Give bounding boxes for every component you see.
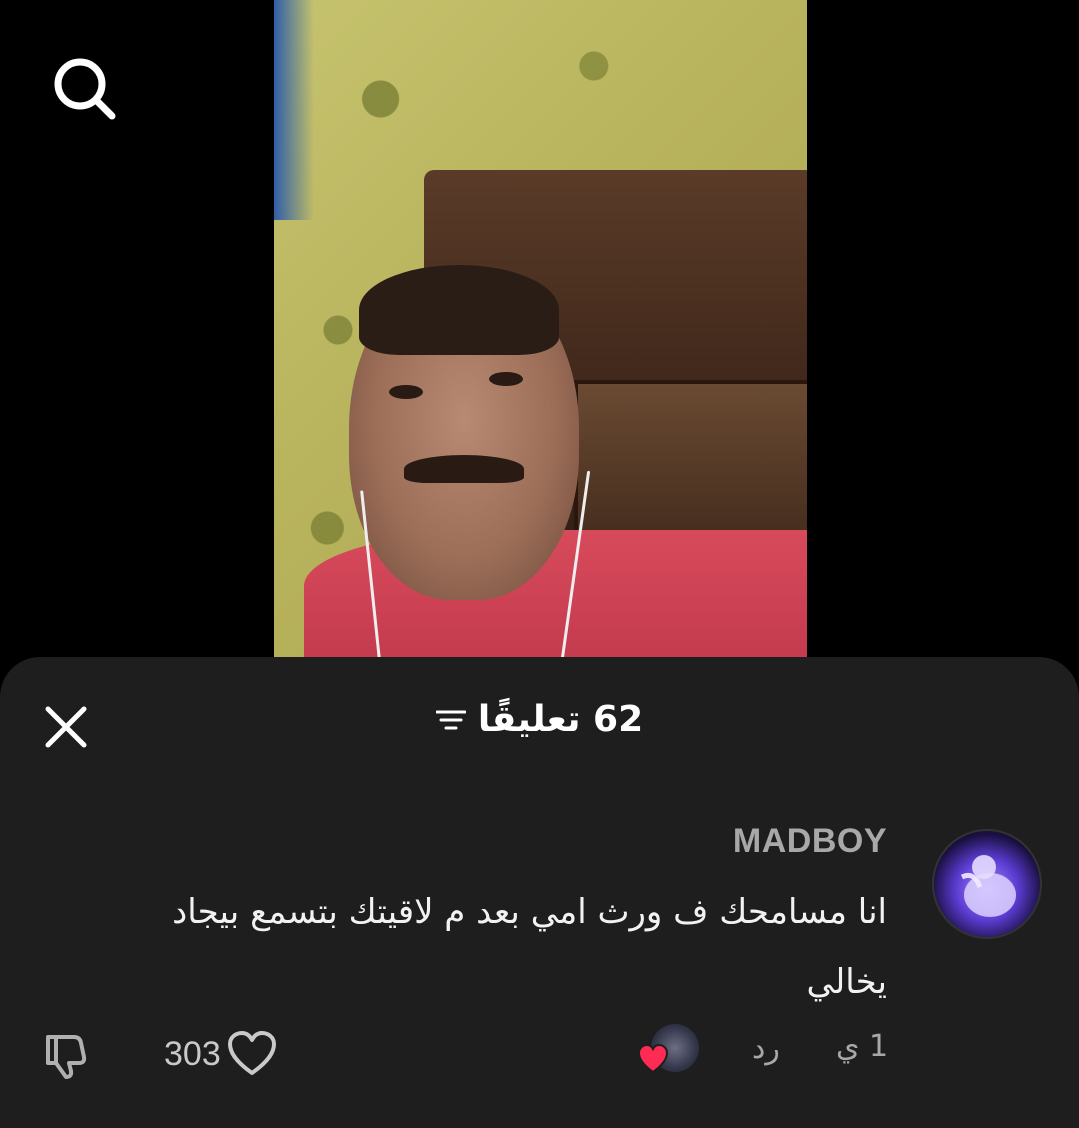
video-frame[interactable] xyxy=(274,0,807,660)
dislike-button[interactable] xyxy=(40,1029,92,1081)
creator-heart-icon xyxy=(637,1044,669,1074)
comment-username[interactable]: MADBOY xyxy=(733,822,887,861)
comment-text-line-2: يخالي xyxy=(806,962,887,1002)
comment-text-line-1: انا مسامحك ف ورث امي بعد م لاقيتك بتسمع … xyxy=(172,892,887,932)
screen: 62 تعليقًا MADBOY انا مسامحك ف ورث امي ب… xyxy=(0,0,1079,1128)
right-eye xyxy=(489,372,523,386)
comments-sheet: 62 تعليقًا MADBOY انا مسامحك ف ورث امي ب… xyxy=(0,657,1079,1128)
creator-liked-badge xyxy=(637,1024,699,1080)
heart-icon[interactable] xyxy=(227,1031,277,1077)
comment-text: انا مسامحك ف ورث امي بعد م لاقيتك بتسمع … xyxy=(47,877,887,1017)
comments-header: 62 تعليقًا xyxy=(0,657,1079,793)
blue-edge xyxy=(274,0,314,220)
thumbs-down-icon xyxy=(46,1035,87,1079)
comment-count: 62 تعليقًا xyxy=(477,699,644,740)
like-group[interactable]: 303 xyxy=(164,1027,277,1081)
mustache xyxy=(404,455,524,483)
avatar[interactable] xyxy=(932,829,1042,939)
search-icon xyxy=(54,58,116,120)
avatar-figure-icon xyxy=(960,855,1016,917)
comment-timestamp: 1 ي xyxy=(836,1029,889,1064)
reply-button[interactable]: رد xyxy=(752,1031,780,1066)
left-eye xyxy=(389,385,423,399)
like-count: 303 xyxy=(164,1034,221,1073)
search-button[interactable] xyxy=(48,52,120,124)
hair xyxy=(359,265,559,355)
filter-icon[interactable] xyxy=(435,708,466,732)
comments-title[interactable]: 62 تعليقًا xyxy=(0,699,1079,740)
